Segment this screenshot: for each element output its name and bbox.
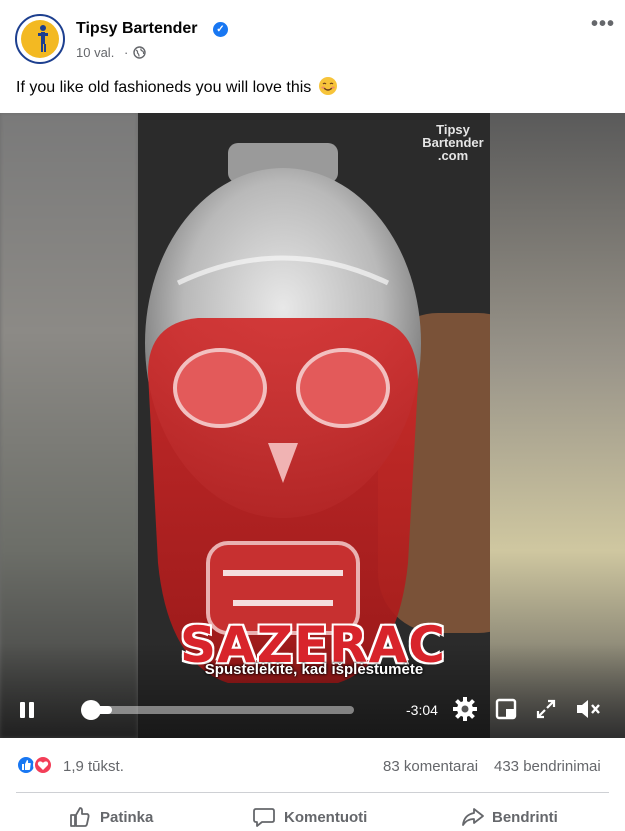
post-card: Tipsy Bartender ✓ 10 val. · ••• If you l…: [0, 0, 625, 831]
smiling-face-emoji-icon: [318, 77, 337, 95]
post-actions: Patinka Komentuoti Bendrinti: [0, 797, 625, 831]
fullscreen-icon[interactable]: [535, 698, 557, 720]
post-timestamp[interactable]: 10 val.: [76, 45, 114, 60]
progress-scrubber[interactable]: [80, 700, 101, 720]
like-label: Patinka: [100, 809, 154, 826]
video-player[interactable]: Tipsy Bartender .com SAZERAC Spustelėkit…: [0, 113, 625, 738]
reactions-bar: 1,9 tūkst. 83 komentarai 433 bendrinimai: [0, 745, 625, 787]
pause-icon-bar: [29, 702, 34, 718]
separator-dot: ·: [124, 45, 129, 60]
shares-count[interactable]: 433 bendrinimai: [494, 758, 601, 775]
action-divider: [16, 792, 609, 793]
muted-speaker-icon[interactable]: [575, 697, 601, 721]
comments-count[interactable]: 83 komentarai: [383, 758, 478, 775]
globe-icon[interactable]: [133, 46, 146, 59]
more-options-button[interactable]: •••: [588, 14, 618, 38]
page-avatar[interactable]: [15, 14, 65, 64]
share-arrow-icon: [462, 808, 484, 826]
pause-icon: [20, 702, 25, 718]
comment-button[interactable]: Komentuoti: [252, 797, 382, 831]
share-button[interactable]: Bendrinti: [459, 797, 569, 831]
pause-button[interactable]: [16, 699, 38, 721]
progress-bar[interactable]: [82, 706, 354, 714]
verified-badge-icon: ✓: [213, 22, 228, 37]
like-button[interactable]: Patinka: [66, 797, 176, 831]
bartender-figure-icon: [38, 25, 48, 52]
post-header: Tipsy Bartender ✓ 10 val. · •••: [0, 0, 625, 70]
time-remaining: -3:04: [406, 702, 438, 718]
post-caption: If you like old fashioneds you will love…: [16, 77, 337, 97]
reaction-count[interactable]: 1,9 tūkst.: [63, 758, 124, 775]
page-name[interactable]: Tipsy Bartender: [76, 20, 198, 38]
video-watermark: Tipsy Bartender .com: [420, 123, 486, 162]
comment-bubble-icon: [253, 808, 275, 827]
comment-label: Komentuoti: [284, 809, 368, 826]
miniplayer-icon[interactable]: [495, 698, 517, 720]
love-reaction-icon[interactable]: [33, 755, 53, 775]
thumbs-up-icon: [70, 807, 90, 827]
share-label: Bendrinti: [492, 809, 558, 826]
watermark-line-3: .com: [437, 148, 469, 163]
caption-text: If you like old fashioneds you will love…: [16, 79, 312, 96]
video-subtitle[interactable]: Spustelėkite, kad išplėstumėte: [138, 661, 490, 678]
settings-gear-icon[interactable]: [452, 696, 478, 722]
